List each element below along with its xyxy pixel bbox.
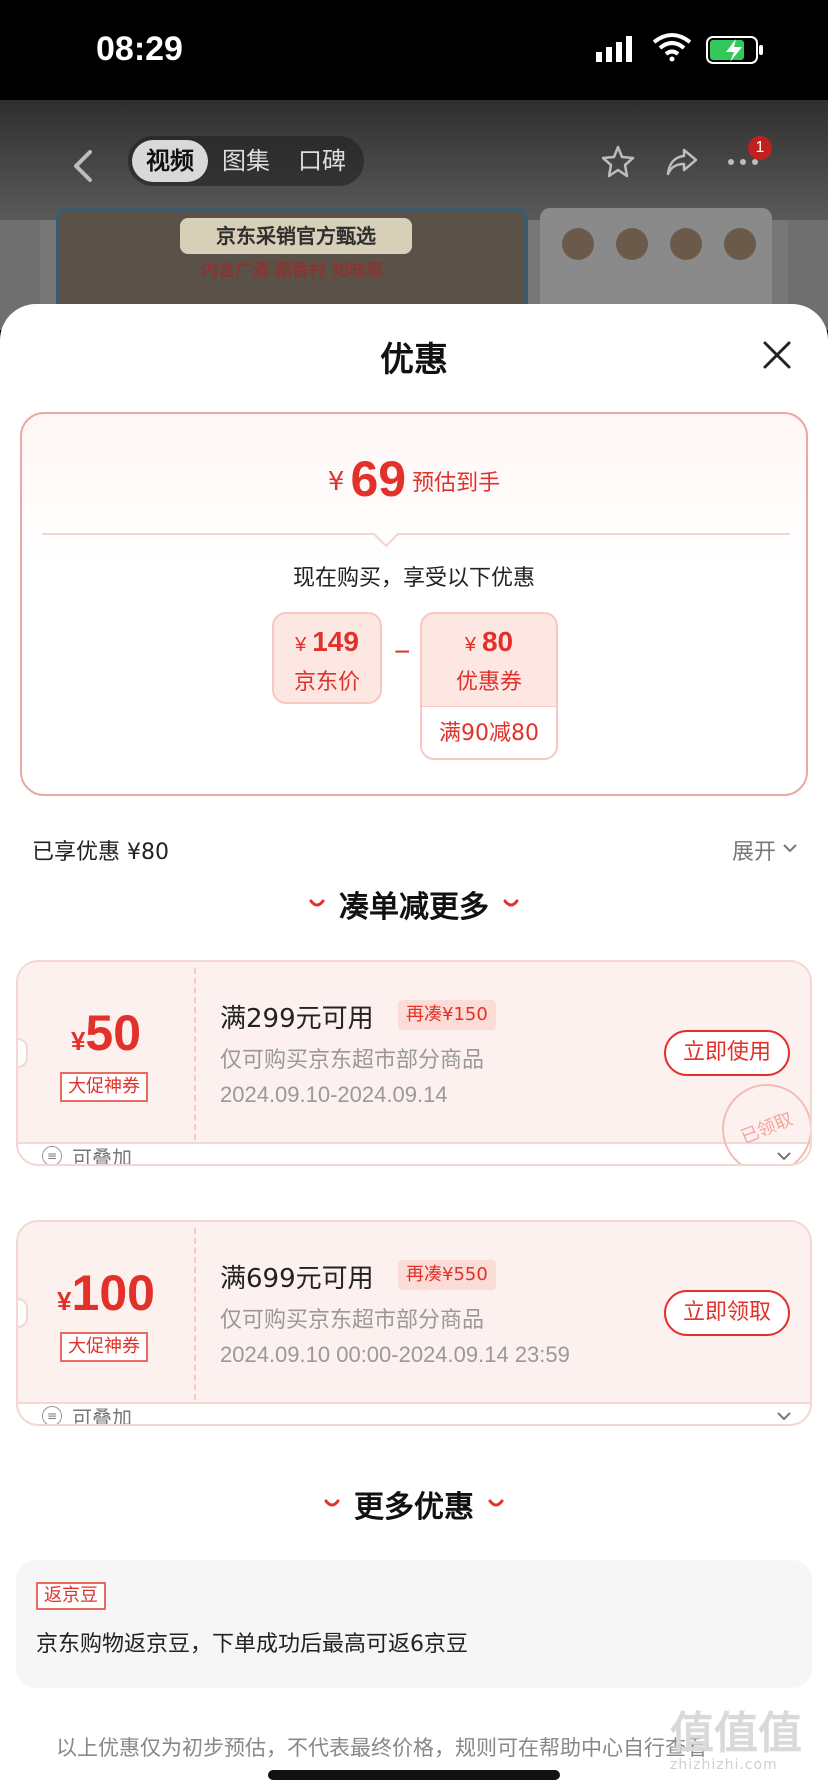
chevron-down-icon[interactable] (776, 1150, 792, 1162)
media-tabs: 视频 图集 口碑 (128, 136, 364, 186)
currency-symbol: ¥ (295, 634, 307, 656)
wifi-icon (652, 33, 692, 62)
coupon-gap-chip: 再凑¥150 (398, 1000, 496, 1030)
coupon-condition: 满699元可用 (220, 1264, 374, 1294)
claimed-stamp: 已领取 (708, 1070, 810, 1164)
bean-tag: 返京豆 (36, 1582, 106, 1610)
cellular-signal-icon (596, 36, 632, 62)
currency-symbol: ¥ (70, 1026, 86, 1056)
product-nav-bar: 视频 图集 口碑 1 (0, 100, 828, 220)
mooncake-image (724, 228, 756, 260)
section-title: 更多优惠 (354, 1490, 474, 1525)
stack-icon: ≡ (42, 1146, 62, 1164)
status-bar: 08:29 (0, 0, 828, 100)
coupon-condition: 满299元可用 (220, 1004, 374, 1034)
share-icon[interactable] (664, 144, 700, 180)
battery-charging-icon (706, 36, 763, 64)
estimated-amount: 69 (350, 451, 407, 507)
expand-button[interactable]: 展开 (732, 834, 776, 866)
smile-decoration-icon (309, 899, 325, 907)
enjoyed-discount-text: 已享优惠 ¥80 (32, 840, 169, 865)
stackable-label: 可叠加 (72, 1146, 132, 1166)
jd-price-label: 京东价 (293, 670, 360, 695)
coupon-separator (194, 968, 196, 1140)
banner-subtitle: 内含广酒 稻香村 知味观 (201, 261, 383, 281)
status-time: 08:29 (96, 30, 183, 68)
estimated-price: ¥69 预估到手 (22, 450, 806, 508)
coupon-type-tag: 大促神券 (60, 1332, 148, 1362)
mooncake-image (670, 228, 702, 260)
coupon-scope: 仅可购买京东超市部分商品 (220, 1308, 485, 1333)
coupon-card[interactable]: ¥100 大促神券 满699元可用 再凑¥550 仅可购买京东超市部分商品 20… (16, 1220, 812, 1426)
claim-now-button[interactable]: 立即领取 (664, 1290, 790, 1336)
star-icon[interactable] (600, 144, 636, 180)
jd-price-box: ¥149 京东价 (272, 612, 382, 704)
coupon-amount: 50 (85, 1005, 142, 1061)
coupon-separator (194, 1228, 196, 1400)
coupon-card[interactable]: ¥50 大促神券 满299元可用 再凑¥150 仅可购买京东超市部分商品 202… (16, 960, 812, 1166)
mooncake-image (562, 228, 594, 260)
coupon-gap-chip: 再凑¥550 (398, 1260, 496, 1290)
mooncake-image (616, 228, 648, 260)
notification-badge: 1 (748, 136, 772, 160)
smile-decoration-icon (324, 1499, 340, 1507)
stack-icon: ≡ (42, 1406, 62, 1424)
minus-sign: − (394, 636, 411, 667)
section-header-bundle: 凑单减更多 (0, 882, 828, 926)
coupon-validity: 2024.09.10-2024.09.14 (220, 1082, 448, 1107)
chevron-down-icon[interactable] (782, 842, 798, 854)
currency-symbol: ¥ (57, 1286, 72, 1316)
currency-symbol: ¥ (327, 467, 345, 497)
coupon-body: ¥100 大促神券 满699元可用 再凑¥550 仅可购买京东超市部分商品 20… (18, 1222, 810, 1404)
chevron-down-icon[interactable] (776, 1410, 792, 1422)
coupon-amount: 100 (71, 1265, 155, 1321)
coupon-validity: 2024.09.10 00:00-2024.09.14 23:59 (220, 1342, 570, 1367)
coupon-condition: 满90减80 (422, 706, 556, 758)
coupon-value: ¥100 (18, 1264, 194, 1322)
price-summary-card: ¥69 预估到手 现在购买，享受以下优惠 ¥149 京东价 − ¥80 优惠券 满… (20, 412, 808, 796)
currency-symbol: ¥ (464, 634, 476, 656)
coupon-label: 优惠券 (455, 670, 522, 695)
back-icon[interactable] (70, 148, 98, 184)
estimated-label: 预估到手 (412, 471, 501, 496)
tab-gallery[interactable]: 图集 (208, 140, 284, 182)
smile-decoration-icon (488, 1499, 504, 1507)
site-watermark: 值值值 zhizhizhi.com (670, 1712, 820, 1784)
tab-video[interactable]: 视频 (132, 140, 208, 182)
sheet-title: 优惠 (380, 340, 448, 380)
home-indicator[interactable] (268, 1770, 560, 1780)
summary-divider (42, 533, 790, 548)
discount-sheet: 优惠 ¥69 预估到手 现在购买，享受以下优惠 ¥149 京东价 − ¥80 优惠… (0, 304, 828, 1792)
smile-decoration-icon (503, 899, 519, 907)
coupon-body: ¥50 大促神券 满299元可用 再凑¥150 仅可购买京东超市部分商品 202… (18, 962, 810, 1164)
stackable-label: 可叠加 (72, 1406, 132, 1426)
section-header-more-offers: 更多优惠 (0, 1482, 828, 1526)
coupon-price-box: ¥80 优惠券 满90减80 (420, 612, 558, 760)
jd-price-amount: 149 (312, 626, 359, 657)
tab-reviews[interactable]: 口碑 (284, 140, 360, 182)
banner-title: 京东采销官方甄选 (180, 218, 412, 254)
buy-now-text: 现在购买，享受以下优惠 (292, 566, 535, 591)
coupon-amount: 80 (481, 626, 514, 657)
bean-offer-text: 京东购物返京豆，下单成功后最高可返6京豆 (36, 1632, 468, 1657)
close-icon[interactable] (762, 340, 792, 370)
coupon-type-tag: 大促神券 (60, 1072, 148, 1102)
jd-bean-offer-card: 返京豆 京东购物返京豆，下单成功后最高可返6京豆 (16, 1560, 812, 1688)
coupon-scope: 仅可购买京东超市部分商品 (220, 1048, 485, 1073)
coupon-value: ¥50 (18, 1004, 194, 1062)
section-title: 凑单减更多 (339, 890, 489, 925)
watermark-logo: 值值值 (670, 1708, 802, 1759)
use-now-button[interactable]: 立即使用 (664, 1030, 790, 1076)
